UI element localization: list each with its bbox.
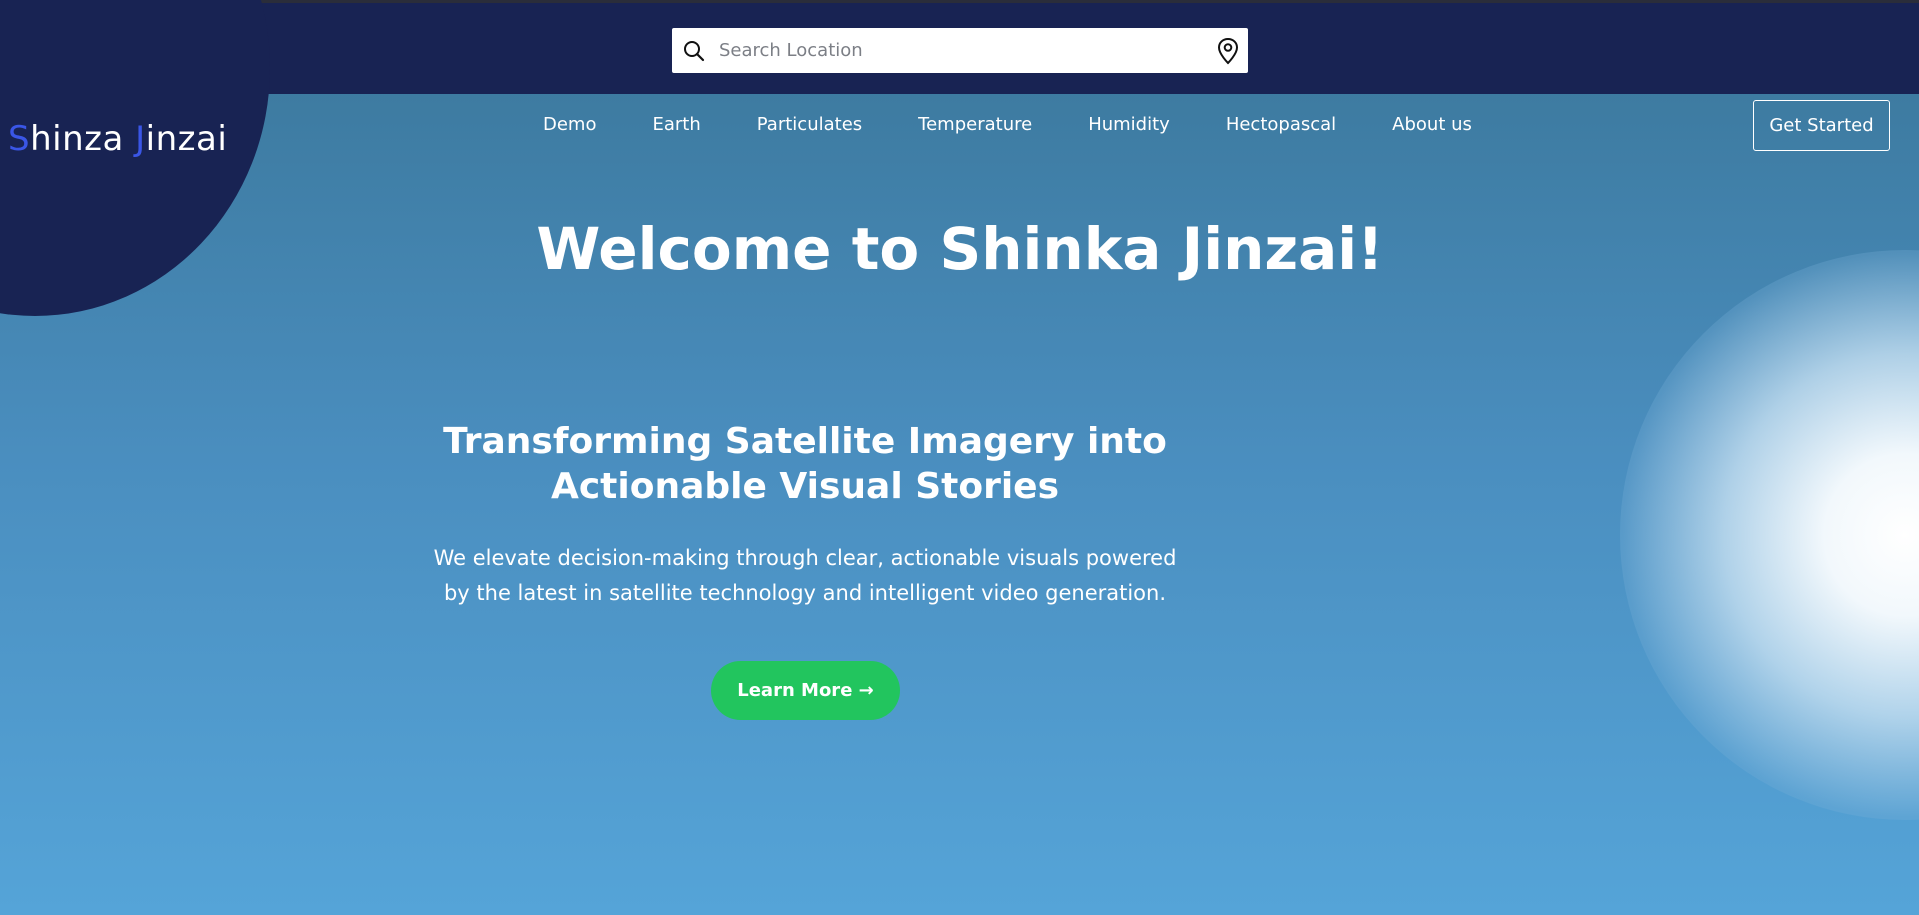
search-icon[interactable] [683,40,705,62]
logo-initial-j: J [135,119,146,159]
map-pin-icon[interactable] [1215,37,1241,65]
search-input[interactable] [719,30,1215,71]
main-nav: Demo Earth Particulates Temperature Humi… [515,108,1500,141]
hero-title: Welcome to Shinka Jinzai! [536,215,1384,283]
top-bar [0,0,1919,94]
nav-item-particulates[interactable]: Particulates [729,108,890,141]
nav-item-humidity[interactable]: Humidity [1060,108,1198,141]
page: Shinza Jinzai Demo Earth Particulates Te… [0,0,1919,915]
nav-item-temperature[interactable]: Temperature [890,108,1060,141]
logo[interactable]: Shinza Jinzai [8,119,227,159]
learn-more-button[interactable]: Learn More → [711,661,900,720]
logo-text-first: hinza [30,119,136,159]
logo-text-second: inzai [145,119,228,159]
glowing-orb [1620,250,1919,820]
search-bar[interactable] [672,28,1248,73]
logo-initial-s: S [8,119,31,159]
nav-item-hectopascal[interactable]: Hectopascal [1198,108,1364,141]
nav-item-earth[interactable]: Earth [624,108,728,141]
hero-subtitle: Transforming Satellite Imagery into Acti… [443,421,1167,507]
nav-item-about-us[interactable]: About us [1364,108,1500,141]
hero-description: We elevate decision-making through clear… [433,546,1177,605]
get-started-button[interactable]: Get Started [1753,100,1890,151]
nav-item-demo[interactable]: Demo [515,108,624,141]
